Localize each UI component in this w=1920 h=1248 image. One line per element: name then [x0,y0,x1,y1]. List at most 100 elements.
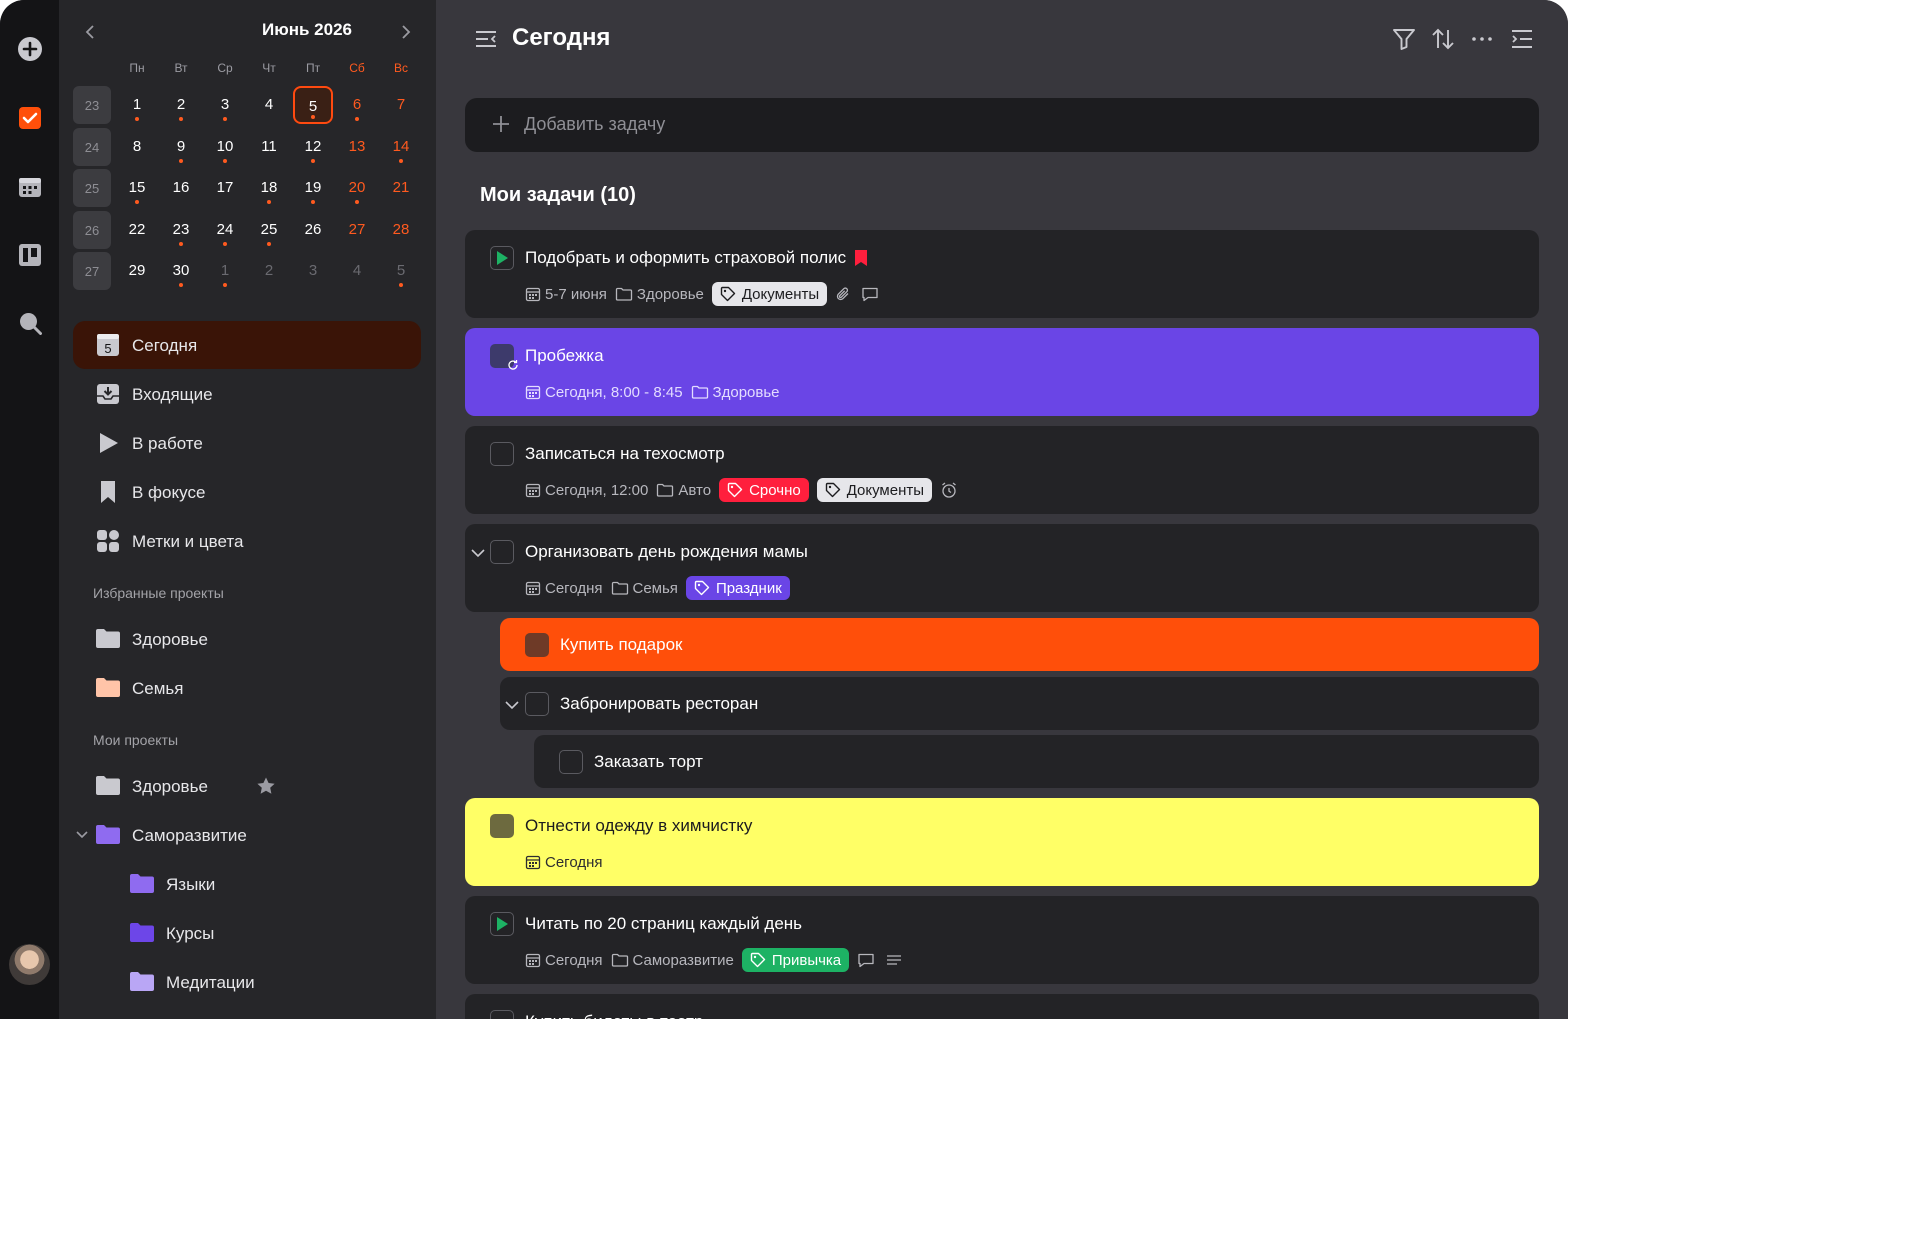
task-card[interactable]: Отнести одежду в химчистку Сегодня [465,798,1539,886]
task-tag[interactable]: Срочно [719,478,809,502]
task-card[interactable]: Читать по 20 страниц каждый день Сегодня С… [465,896,1539,984]
task-tag[interactable]: Документы [711,282,828,306]
task-project[interactable]: Здоровье [691,384,780,401]
calendar-day-today[interactable]: 5 [293,86,333,124]
calendar-day[interactable]: 26 [293,211,333,249]
subproject-item[interactable]: Курсы [127,916,413,950]
subproject-item[interactable]: Языки [127,867,413,901]
task-checkbox[interactable] [559,750,583,774]
calendar-day[interactable]: 25 [249,211,289,249]
board-icon[interactable] [15,240,45,270]
task-project[interactable]: Здоровье [615,286,704,303]
calendar-day[interactable]: 30 [161,252,201,290]
sidebar-toggle-icon[interactable] [474,28,498,50]
subproject-item[interactable]: Медитации [127,965,413,999]
task-card[interactable]: Забронировать ресторан [500,677,1539,730]
nav-in-progress[interactable]: В работе [73,419,421,467]
calendar-day[interactable]: 1 [117,86,157,124]
calendar-day[interactable]: 8 [117,128,157,166]
task-checkbox[interactable] [490,814,514,838]
calendar-icon[interactable] [15,172,45,202]
play-icon [100,433,118,453]
tasks-section-title: Мои задачи (10) [480,184,636,206]
task-tag[interactable]: Привычка [741,948,850,972]
calendar-day-number: 15 [128,179,146,196]
calendar-day[interactable]: 24 [205,211,245,249]
calendar-day[interactable]: 27 [337,211,377,249]
task-project-text: Семья [632,579,678,597]
task-project[interactable]: Авто [656,482,711,499]
tasks-icon[interactable] [15,103,45,133]
calendar-event-dot [311,159,315,163]
details-panel-toggle-icon[interactable] [1509,26,1535,52]
calendar-day[interactable]: 21 [381,169,421,207]
task-project[interactable]: Семья [611,580,678,597]
add-icon[interactable] [15,34,45,64]
nav-today[interactable]: 5 Сегодня [73,321,421,369]
favorite-project-item[interactable]: Семья [93,671,413,705]
task-card[interactable]: Купить подарок [500,618,1539,671]
week-number: 26 [73,211,111,249]
calendar-day[interactable]: 6 [337,86,377,124]
calendar-day[interactable]: 4 [249,86,289,124]
calendar-day[interactable]: 18 [249,169,289,207]
task-card[interactable]: Пробежка Сегодня, 8:00 - 8:45 Здоровье [465,328,1539,416]
add-task-input[interactable]: Добавить задачу [465,98,1539,152]
calendar-day[interactable]: 15 [117,169,157,207]
calendar-day[interactable]: 2 [249,252,289,290]
nav-focus[interactable]: В фокусе [73,468,421,516]
task-card[interactable]: Организовать день рождения мамы Сегодня Се… [465,524,1539,612]
calendar-day[interactable]: 11 [249,128,289,166]
task-card[interactable]: Заказать торт [534,735,1539,788]
calendar-day[interactable]: 13 [337,128,377,166]
task-checkbox[interactable] [490,1010,514,1019]
task-card[interactable]: Записаться на техосмотр Сегодня, 12:00 Авт… [465,426,1539,514]
task-project[interactable]: Саморазвитие [611,952,734,969]
task-tag[interactable]: Праздник [685,576,790,600]
nav-tags[interactable]: Метки и цвета [73,517,421,565]
calendar-day[interactable]: 20 [337,169,377,207]
calendar-day[interactable]: 10 [205,128,245,166]
calendar-day[interactable]: 23 [161,211,201,249]
calendar-day[interactable]: 3 [205,86,245,124]
calendar-day[interactable]: 22 [117,211,157,249]
calendar-day[interactable]: 29 [117,252,157,290]
calendar-day[interactable]: 19 [293,169,333,207]
task-title: Купить билеты в театр [525,1012,703,1019]
nav-inbox[interactable]: Входящие [73,370,421,418]
calendar-day[interactable]: 28 [381,211,421,249]
filter-icon[interactable] [1391,26,1417,52]
task-checkbox[interactable] [490,540,514,564]
project-item[interactable]: Саморазвитие [76,818,413,852]
task-card[interactable]: Купить билеты в театр [465,994,1539,1019]
calendar-day[interactable]: 5 [381,252,421,290]
calendar-day[interactable]: 7 [381,86,421,124]
task-tag-label: Праздник [715,579,782,597]
task-checkbox[interactable] [525,692,549,716]
sort-icon[interactable] [1430,26,1456,52]
weekday-header: Сб [349,61,365,75]
calendar-day[interactable]: 12 [293,128,333,166]
calendar-day[interactable]: 17 [205,169,245,207]
task-checkbox-in-progress[interactable] [490,912,514,936]
task-checkbox-in-progress[interactable] [490,246,514,270]
project-item[interactable]: Здоровье [93,769,413,803]
task-tag[interactable]: Документы [816,478,933,502]
project-label: Медитации [166,973,255,992]
calendar-day[interactable]: 4 [337,252,377,290]
task-checkbox[interactable] [525,633,549,657]
more-icon[interactable] [1469,26,1495,52]
calendar-day[interactable]: 3 [293,252,333,290]
calendar-day[interactable]: 2 [161,86,201,124]
calendar-day[interactable]: 16 [161,169,201,207]
avatar[interactable] [9,944,50,985]
favorite-project-item[interactable]: Здоровье [93,622,413,656]
calendar-day[interactable]: 1 [205,252,245,290]
prev-month-button[interactable] [77,18,105,46]
next-month-button[interactable] [391,18,419,46]
task-checkbox[interactable] [490,442,514,466]
task-card[interactable]: Подобрать и оформить страховой полис 5-7 … [465,230,1539,318]
calendar-day[interactable]: 14 [381,128,421,166]
calendar-day[interactable]: 9 [161,128,201,166]
search-icon[interactable] [15,308,45,338]
